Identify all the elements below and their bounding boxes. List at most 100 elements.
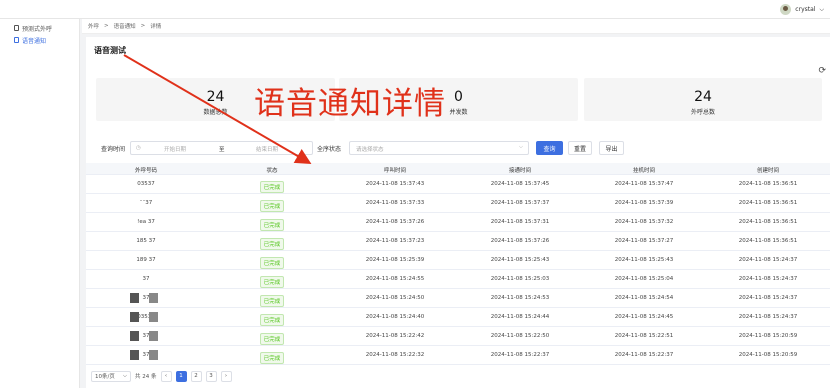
- status-badge: 已完成: [259, 276, 285, 288]
- chevron-down-icon: ⌵: [122, 372, 127, 379]
- connect-time-cell: 2024-11-08 15:22:50: [490, 333, 550, 339]
- table-header: 外呼号码 状态 呼叫时间 接通时间 挂机时间 创建时间: [86, 163, 830, 175]
- status-label: 全序状态: [317, 146, 342, 153]
- column-header: 接通时间: [508, 168, 531, 174]
- avatar[interactable]: [780, 4, 792, 15]
- reset-button[interactable]: 重置: [568, 141, 592, 155]
- status-badge: 已完成: [259, 219, 285, 231]
- status-cell: 已完成: [212, 238, 332, 250]
- page-button[interactable]: 3: [205, 370, 217, 382]
- created-time-cell: 2024-11-08 15:20:59: [738, 352, 798, 358]
- created-time-cell: 2024-11-08 15:36:51: [738, 238, 798, 244]
- redaction-mask: [130, 331, 139, 341]
- phone-number-cell: 185 37: [136, 238, 156, 244]
- breadcrumb-separator: >: [140, 23, 146, 29]
- page-title: 语音测试: [94, 46, 126, 55]
- column-header: 外呼号码: [134, 168, 157, 174]
- redaction-mask: [149, 312, 158, 322]
- status-badge: 已完成: [259, 333, 285, 345]
- stat-total-calls: 24 外呼总数: [584, 78, 822, 121]
- sidebar-item-voice-notice[interactable]: 语音通知: [0, 34, 79, 46]
- created-time-cell: 2024-11-08 15:24:37: [738, 276, 798, 282]
- call-time-cell: 2024-11-08 15:37:26: [365, 219, 425, 225]
- hangup-time-cell: 2024-11-08 15:37:27: [614, 238, 674, 244]
- status-select-placeholder: 请选择状态: [356, 147, 384, 153]
- total-count: 共 24 条: [135, 374, 157, 380]
- status-cell: 已完成: [212, 295, 332, 307]
- chevron-down-icon[interactable]: ⌵: [819, 6, 824, 14]
- status-select[interactable]: 请选择状态 ⌵: [349, 141, 529, 155]
- connect-time-cell: 2024-11-08 15:24:44: [490, 314, 550, 320]
- call-time-cell: 2024-11-08 15:37:33: [365, 200, 425, 206]
- stat-label: 外呼总数: [690, 109, 715, 116]
- redaction-mask: [130, 293, 139, 303]
- call-time-cell: 2024-11-08 15:37:43: [365, 181, 425, 187]
- connect-time-cell: 2024-11-08 15:37:45: [490, 181, 550, 187]
- redaction-mask: [130, 350, 139, 360]
- table-row: 189 37 已完成 2024-11-08 15:25:39 2024-11-08 1…: [86, 251, 830, 270]
- page-size-select[interactable]: 10条/页 ⌵: [91, 370, 131, 382]
- range-separator: 至: [219, 147, 225, 153]
- connect-time-cell: 2024-11-08 15:37:37: [490, 200, 550, 206]
- hangup-time-cell: 2024-11-08 15:22:37: [614, 352, 674, 358]
- table-row: 37 已完成 2024-11-08 15:22:42 2024-11-08 15:22…: [86, 327, 830, 346]
- table-row: ¨¨37 已完成 2024-11-08 15:37:33 2024-11-08 15:…: [86, 194, 830, 213]
- date-range-picker[interactable]: ◷ 开始日期 至 结束日期: [130, 141, 313, 155]
- table-row: !ea 37 已完成 2024-11-08 15:37:26 2024-11-08 1…: [86, 213, 830, 232]
- page-button[interactable]: 2: [190, 370, 202, 382]
- phone-number-cell: ¨¨37: [139, 200, 153, 206]
- hangup-time-cell: 2024-11-08 15:37:39: [614, 200, 674, 206]
- end-date-input[interactable]: 结束日期: [256, 145, 278, 153]
- document-icon: [14, 25, 19, 31]
- phone-number-cell: 189 37: [136, 257, 156, 263]
- table-row: 03537 已完成 2024-11-08 15:37:43 2024-11-08 15…: [86, 175, 830, 194]
- redaction-mask: [149, 350, 158, 360]
- document-icon: [14, 37, 19, 43]
- phone-number-cell: 37: [142, 352, 150, 358]
- prev-page-button[interactable]: ‹: [160, 370, 172, 382]
- redaction-mask: [130, 312, 139, 322]
- status-cell: 已完成: [212, 333, 332, 345]
- call-time-cell: 2024-11-08 15:37:23: [365, 238, 425, 244]
- phone-number-cell: 37: [142, 276, 150, 282]
- time-label: 查询时间: [101, 146, 126, 153]
- stat-value: 24: [694, 89, 712, 105]
- hangup-time-cell: 2024-11-08 15:24:45: [614, 314, 674, 320]
- sidebar-item-label: 语音通知: [22, 37, 47, 45]
- query-button[interactable]: 查询: [536, 141, 563, 155]
- redaction-mask: [149, 293, 158, 303]
- hangup-time-cell: 2024-11-08 15:25:04: [614, 276, 674, 282]
- sidebar: 预测式外呼 语音通知: [0, 19, 80, 388]
- connect-time-cell: 2024-11-08 15:24:53: [490, 295, 550, 301]
- page-button[interactable]: 1: [175, 370, 187, 382]
- start-date-input[interactable]: 开始日期: [164, 145, 186, 153]
- status-cell: 已完成: [212, 219, 332, 231]
- created-time-cell: 2024-11-08 15:36:51: [738, 181, 798, 187]
- table-row: 37 已完成 2024-11-08 15:24:50 2024-11-08 15:24…: [86, 289, 830, 308]
- call-time-cell: 2024-11-08 15:22:42: [365, 333, 425, 339]
- sidebar-item-label: 预测式外呼: [22, 25, 53, 33]
- created-time-cell: 2024-11-08 15:24:37: [738, 257, 798, 263]
- phone-number-cell: !ea 37: [137, 219, 155, 225]
- detail-card: 语音测试 ⟳ 24 数据总数 0 并发数 24 外呼总数 查询时间 ◷ 开始日期…: [86, 37, 830, 388]
- status-cell: 已完成: [212, 200, 332, 212]
- call-time-cell: 2024-11-08 15:24:50: [365, 295, 425, 301]
- breadcrumb-item[interactable]: 语音通知: [114, 22, 136, 30]
- status-badge: 已完成: [259, 181, 285, 193]
- redaction-mask: [149, 331, 158, 341]
- column-header: 呼叫时间: [383, 168, 406, 174]
- username[interactable]: crystal: [795, 6, 815, 13]
- phone-number-cell: 37: [142, 333, 150, 339]
- page-size-value: 10条/页: [95, 374, 115, 380]
- breadcrumb-item[interactable]: 外呼: [88, 22, 99, 30]
- sidebar-item-predictive-call[interactable]: 预测式外呼: [0, 22, 79, 34]
- created-time-cell: 2024-11-08 15:24:37: [738, 314, 798, 320]
- next-page-button[interactable]: ›: [220, 370, 232, 382]
- refresh-icon[interactable]: ⟳: [818, 66, 826, 76]
- call-time-cell: 2024-11-08 15:22:32: [365, 352, 425, 358]
- phone-number-cell: 37: [142, 295, 150, 301]
- export-button[interactable]: 导出: [599, 141, 624, 155]
- table-row: 03537 已完成 2024-11-08 15:24:40 2024-11-08 15…: [86, 308, 830, 327]
- created-time-cell: 2024-11-08 15:24:37: [738, 295, 798, 301]
- user-menu[interactable]: crystal ⌵: [780, 4, 824, 15]
